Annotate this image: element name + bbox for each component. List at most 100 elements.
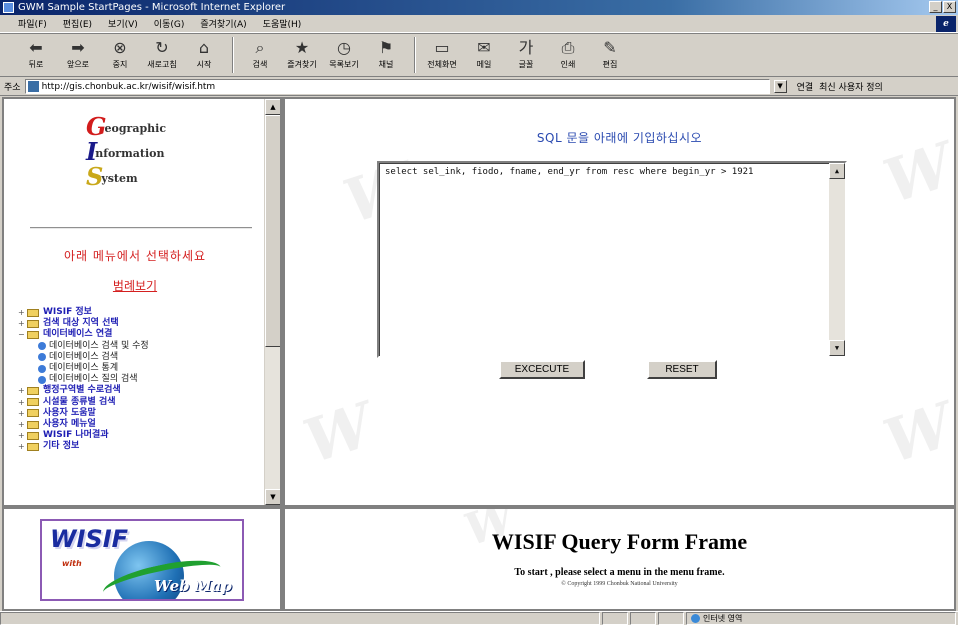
folder-icon xyxy=(27,420,39,429)
tree-item[interactable]: + 시설물 종류별 검색 xyxy=(18,397,149,408)
forward-arrow-button[interactable]: ➡ 앞으로 xyxy=(58,37,98,70)
tree-item-label: 데이터베이스 질의 검색 xyxy=(49,374,138,385)
toolbar-label: 목록보기 xyxy=(329,60,359,69)
font-button[interactable]: 가 글꼴 xyxy=(506,37,546,70)
status-cell xyxy=(602,612,628,625)
tree-item-label: 사용자 메뉴얼 xyxy=(43,419,96,430)
tree-expander-icon[interactable]: + xyxy=(18,408,27,419)
folder-icon xyxy=(27,431,39,440)
internet-zone-icon xyxy=(691,614,700,623)
toolbar-separator xyxy=(232,37,234,73)
tree-expander-icon[interactable]: + xyxy=(18,397,27,408)
nav-prompt: 아래 메뉴에서 선택하세요 xyxy=(63,249,207,263)
links-customize[interactable]: 최신 사용자 정의 xyxy=(819,80,883,93)
tree-item[interactable]: + 사용자 도움말 xyxy=(18,408,149,419)
scroll-thumb[interactable] xyxy=(265,115,280,347)
address-dropdown-icon[interactable]: ▼ xyxy=(773,80,787,93)
tree-subitem[interactable]: 데이터베이스 통계 xyxy=(18,363,149,374)
nav-frame: Geographic Information System 아래 메뉴에서 선택… xyxy=(4,99,280,505)
page-subtitle: To start , please select a menu in the m… xyxy=(514,567,725,578)
menu-view[interactable]: 보기(V) xyxy=(108,17,138,30)
legend-link[interactable]: 범례보기 xyxy=(4,277,266,294)
edit-button[interactable]: ✎ 편집 xyxy=(590,37,630,70)
page-icon xyxy=(27,81,39,92)
tree-item[interactable]: + 사용자 메뉴얼 xyxy=(18,419,149,430)
fullscreen-button[interactable]: ▭ 전체화면 xyxy=(422,37,462,70)
menu-bar: 파일(F) 편집(E) 보기(V) 이동(G) 즐겨찾기(A) 도움말(H) e xyxy=(0,15,958,33)
back-arrow-button[interactable]: ⬅ 뒤로 xyxy=(16,37,56,70)
tree-expander-icon[interactable]: + xyxy=(18,419,27,430)
menu-help[interactable]: 도움말(H) xyxy=(263,17,302,30)
links-label[interactable]: 연결 xyxy=(797,80,814,93)
toolbar-separator xyxy=(414,37,416,73)
tree-item[interactable]: + 행정구역별 수로검색 xyxy=(18,385,149,396)
stop-button[interactable]: ⊗ 중지 xyxy=(100,37,140,70)
tree-item[interactable]: + 검색 대상 지역 선택 xyxy=(18,318,149,329)
toolbar-label: 채널 xyxy=(378,60,394,69)
menu-edit[interactable]: 편집(E) xyxy=(63,17,92,30)
tree-item-label: 데이터베이스 검색 및 수정 xyxy=(49,340,149,351)
favorites-button[interactable]: ★ 즐겨찾기 xyxy=(282,37,322,70)
address-url: http://gis.chonbuk.ac.kr/wisif/wisif.htm xyxy=(41,81,216,92)
page-title: WISIF Query Form Frame xyxy=(491,529,748,554)
tree-expander-icon[interactable]: + xyxy=(18,385,27,396)
status-zone: 인터넷 영역 xyxy=(686,612,956,625)
sql-scrollbar[interactable]: ▲ ▼ xyxy=(829,163,845,356)
nav-scrollbar[interactable]: ▲ ▼ xyxy=(264,99,280,505)
sql-text: select sel_ink, fiodo, fname, end_yr fro… xyxy=(385,167,754,177)
tree-item-label: 기타 정보 xyxy=(43,441,80,452)
tree-item[interactable]: − 데이터베이스 연결 xyxy=(18,329,149,340)
print-button[interactable]: ⎙ 인쇄 xyxy=(548,37,588,70)
scroll-up-icon[interactable]: ▲ xyxy=(829,163,845,179)
tree-subitem[interactable]: 데이터베이스 질의 검색 xyxy=(18,374,149,385)
wisif-watermark: W xyxy=(295,390,382,478)
menu-file[interactable]: 파일(F) xyxy=(18,17,47,30)
folder-icon xyxy=(27,387,39,396)
scroll-up-icon[interactable]: ▲ xyxy=(265,99,280,115)
forward-arrow-icon: ➡ xyxy=(71,38,85,57)
toolbar-label: 앞으로 xyxy=(66,60,90,69)
search-icon: ⌕ xyxy=(255,38,265,57)
tree-expander-icon[interactable]: − xyxy=(18,329,27,340)
menu-favorites[interactable]: 즐겨찾기(A) xyxy=(200,17,246,30)
ie-throbber-icon: e xyxy=(936,16,956,32)
tree-item-label: 시설물 종류별 검색 xyxy=(43,396,116,407)
mail-icon: ✉ xyxy=(477,38,491,57)
tree-expander-icon[interactable]: + xyxy=(18,318,27,329)
tree-item[interactable]: + 기타 정보 xyxy=(18,441,149,452)
gis-logo-line3: ystem xyxy=(101,172,138,185)
home-icon: ⌂ xyxy=(198,38,210,57)
minimize-button[interactable]: _ xyxy=(929,1,942,13)
tree-expander-icon[interactable]: + xyxy=(18,441,27,452)
tree-expander-icon[interactable]: + xyxy=(18,307,27,318)
history-button[interactable]: ◷ 목록보기 xyxy=(324,37,364,70)
tree-expander-icon[interactable]: + xyxy=(18,430,27,441)
menu-go[interactable]: 이동(G) xyxy=(154,17,185,30)
close-button[interactable]: X xyxy=(943,1,956,13)
home-button[interactable]: ⌂ 시작 xyxy=(184,37,224,70)
stop-icon: ⊗ xyxy=(113,38,127,57)
mail-button[interactable]: ✉ 메일 xyxy=(464,37,504,70)
search-button[interactable]: ⌕ 검색 xyxy=(240,37,280,70)
scroll-down-icon[interactable]: ▼ xyxy=(829,340,845,356)
address-bar: 주소 http://gis.chonbuk.ac.kr/wisif/wisif.… xyxy=(0,78,958,96)
folder-icon xyxy=(27,308,39,317)
scroll-down-icon[interactable]: ▼ xyxy=(265,489,280,505)
execute-button[interactable]: EXCECUTE xyxy=(499,360,585,379)
wisif-webmap-logo: WISIF with Web Map xyxy=(40,519,244,601)
toolbar-label: 전체화면 xyxy=(427,60,457,69)
tree-item[interactable]: + WISIF 정보 xyxy=(18,307,149,318)
tree-item[interactable]: + WISIF 나머결과 xyxy=(18,430,149,441)
main-frame: W W W W SQL 문을 아래에 기입하십시오 select sel_ink… xyxy=(285,99,954,505)
sql-textarea[interactable]: select sel_ink, fiodo, fname, end_yr fro… xyxy=(377,161,847,358)
toolbar-label: 새로고침 xyxy=(147,60,177,69)
channels-button[interactable]: ⚑ 채널 xyxy=(366,37,406,70)
address-input[interactable]: http://gis.chonbuk.ac.kr/wisif/wisif.htm xyxy=(24,79,770,94)
reset-button[interactable]: RESET xyxy=(647,360,717,379)
toolbar-label: 인쇄 xyxy=(560,60,576,69)
status-cell xyxy=(630,612,656,625)
tree-subitem[interactable]: 데이터베이스 검색 및 수정 xyxy=(18,341,149,352)
refresh-button[interactable]: ↻ 새로고침 xyxy=(142,37,182,70)
tree-subitem[interactable]: 데이터베이스 검색 xyxy=(18,352,149,363)
logo-frame: WISIF with Web Map xyxy=(4,509,280,609)
